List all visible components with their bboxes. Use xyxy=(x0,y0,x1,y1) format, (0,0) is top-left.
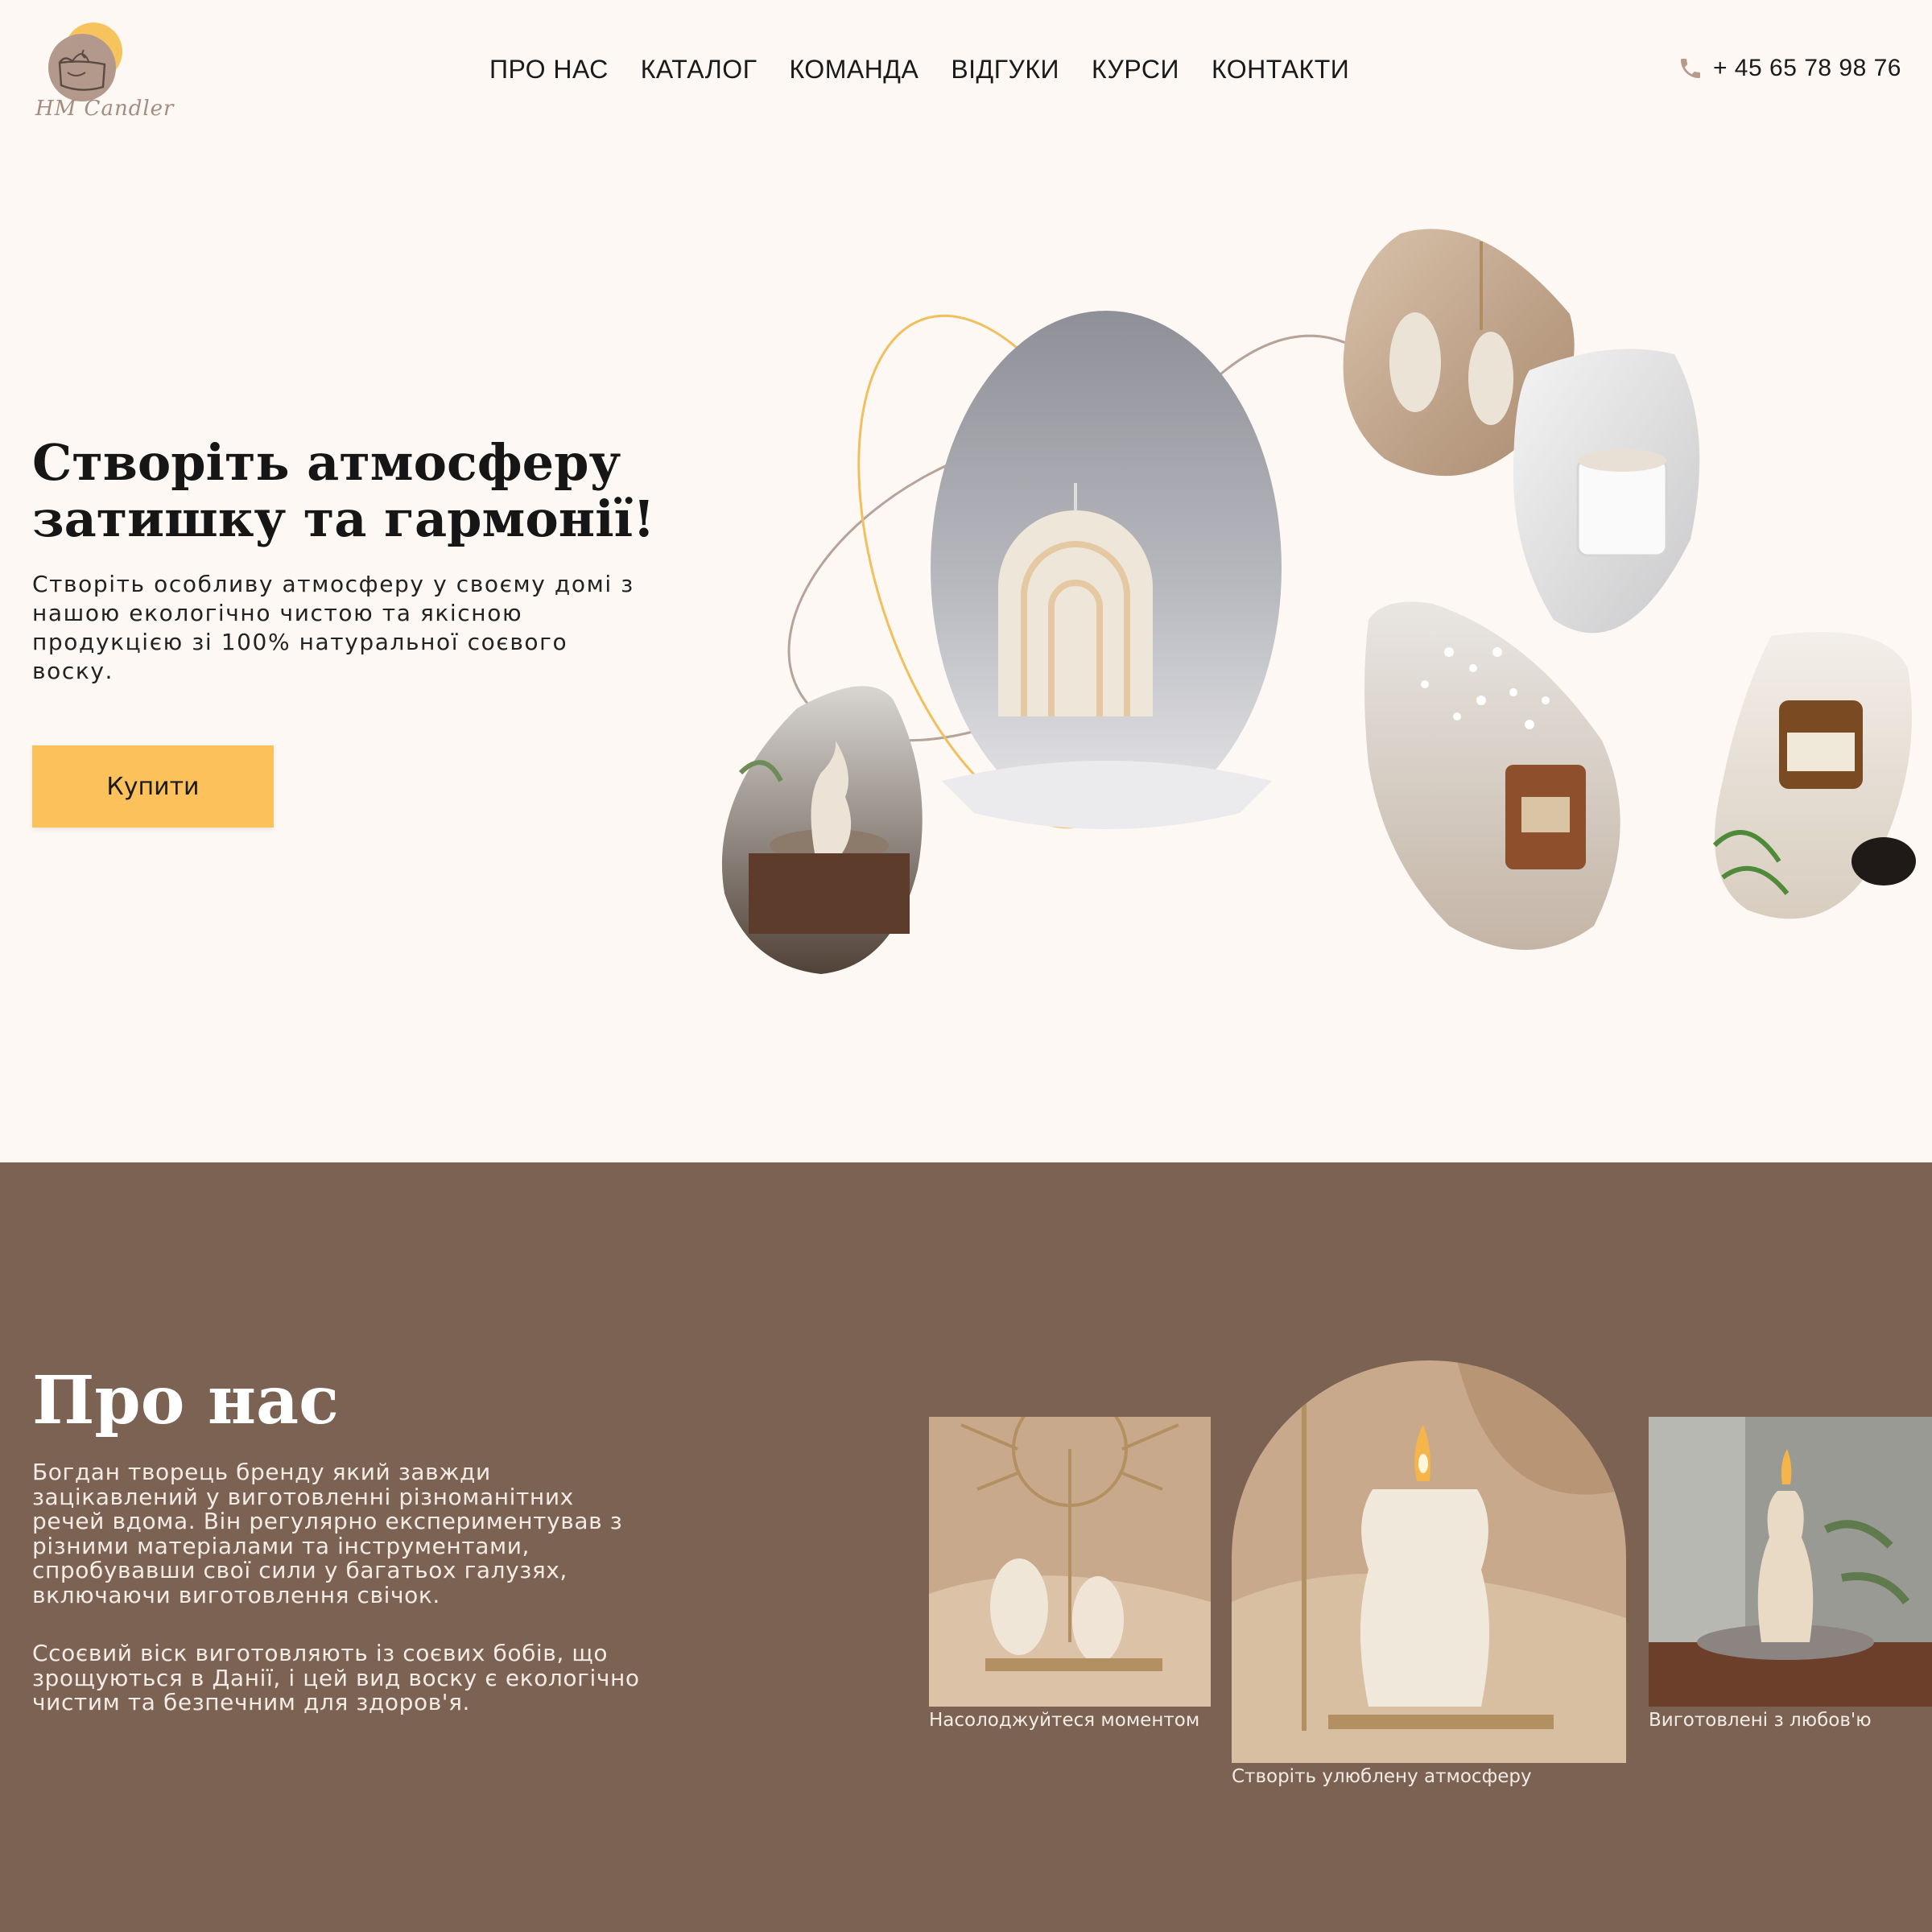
nav-catalog[interactable]: КАТАЛОГ xyxy=(641,55,758,85)
hero-title-line2: затишку та гармонії! xyxy=(32,489,655,548)
body-candles-photo xyxy=(929,1417,1211,1707)
hero-collage xyxy=(721,229,1916,974)
lit-body-candle-image xyxy=(721,686,923,974)
about-title: Про нас xyxy=(32,1362,340,1439)
caption-moment: Насолоджуйтеся моментом xyxy=(929,1710,1200,1731)
about-photo-moment xyxy=(929,1417,1211,1707)
nav-reviews[interactable]: ВІДГУКИ xyxy=(951,55,1059,85)
about-photo-atmosphere xyxy=(1232,1360,1626,1763)
main-nav: ПРО НАС КАТАЛОГ КОМАНДА ВІДГУКИ КУРСИ КО… xyxy=(489,55,1381,85)
phone-number: + 45 65 78 98 76 xyxy=(1712,55,1901,81)
lit-body-candle-photo xyxy=(1649,1417,1932,1707)
site-header: HM Candler ПРО НАС КАТАЛОГ КОМАНДА ВІДГУ… xyxy=(0,0,1932,153)
caption-love: Виготовлені з любов'ю xyxy=(1649,1710,1872,1731)
phone-link[interactable]: + 45 65 78 98 76 xyxy=(1678,55,1901,82)
about-paragraph-2: Ссоєвий віск виготовляють із соєвих бобі… xyxy=(32,1640,640,1715)
about-paragraph-1: Богдан творець бренду який завжди заціка… xyxy=(32,1459,623,1608)
lidded-jar-candle-image xyxy=(1712,632,1916,919)
hero-title-line1: Створіть атмосферу xyxy=(32,433,621,492)
about-section: Про нас Богдан творець бренду який завжд… xyxy=(0,1162,1932,1932)
lit-torso-candle-photo xyxy=(1232,1360,1626,1763)
hero-title: Створіть атмосферу затишку та гармонії! xyxy=(32,435,660,547)
amber-jar-flowers-image xyxy=(1364,601,1620,950)
caption-atmosphere: Створіть улюблену атмосферу xyxy=(1232,1766,1532,1787)
nav-about[interactable]: ПРО НАС xyxy=(489,55,609,85)
phone-icon xyxy=(1680,59,1700,78)
about-photo-love xyxy=(1649,1417,1932,1707)
buy-button[interactable]: Купити xyxy=(32,745,274,828)
logo-text: HM Candler xyxy=(35,97,175,121)
white-jar-candle-image xyxy=(1513,349,1700,634)
arch-candle-image xyxy=(931,311,1282,829)
nav-courses[interactable]: КУРСИ xyxy=(1092,55,1179,85)
nav-team[interactable]: КОМАНДА xyxy=(790,55,919,85)
hero-description: Створіть особливу атмосферу у своєму дом… xyxy=(32,571,634,684)
nav-contacts[interactable]: КОНТАКТИ xyxy=(1212,55,1349,85)
